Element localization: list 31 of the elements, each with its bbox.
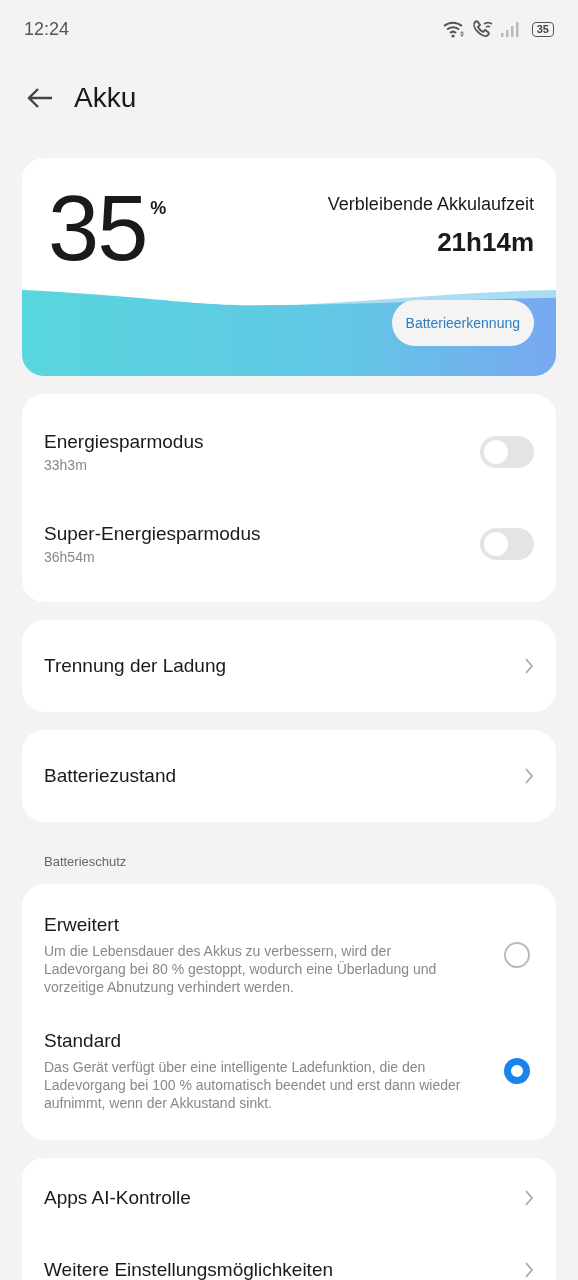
settings-item[interactable]: Apps AI-Kontrolle [22,1162,556,1234]
wifi-icon [441,20,466,38]
chevron-icon [524,1189,534,1207]
option-title: Erweitert [44,914,120,936]
battery-icon: 35 [531,21,554,37]
option-description: Das Gerät verfügt über eine intelligente Ladefunktion, die den Ladevorgang bei 100 % automatisch beendet und erst dann wieder aufnimmt, wenn der Akkustand sinkt. [44,1058,462,1112]
option-description: Um die Lebensdauer des Akkus zu verbessern, wird der Ladevorgang bei 80 % gestoppt, wodurch eine Überladung und vorzeitige Abnutzung verhindert werden. [44,942,438,996]
radio-button[interactable] [504,1058,530,1084]
chevron-icon [524,767,534,785]
toggle-switch[interactable] [480,436,534,468]
percent-sign: % [150,198,167,219]
setting-duration: 33h3m [44,457,88,473]
remaining-time: 21h14m [437,227,534,258]
status-time: 12:24 [24,18,70,40]
remaining-label: Verbleibende Akkulaufzeit [327,194,534,215]
back-icon[interactable] [26,87,54,109]
radio-button[interactable] [504,942,530,968]
signal-icon [499,21,522,37]
section-heading: Batterieschutz [43,853,128,871]
settings-item[interactable]: Weitere Einstellungsmöglichkeiten [22,1234,556,1280]
battery-percent: 35 [48,186,147,270]
page-title: Akku [74,82,137,114]
chevron-icon [524,657,534,675]
chevron-icon [524,1261,534,1279]
setting-label: Energiesparmodus [44,431,204,453]
setting-label: Super-Energiesparmodus [44,523,261,545]
setting-duration: 36h54m [44,549,96,565]
battery-check-button[interactable]: Batterieerkennung [391,300,534,346]
option-title: Standard [44,1030,123,1052]
toggle-switch[interactable] [480,528,534,560]
wifi-call-icon [471,19,494,39]
